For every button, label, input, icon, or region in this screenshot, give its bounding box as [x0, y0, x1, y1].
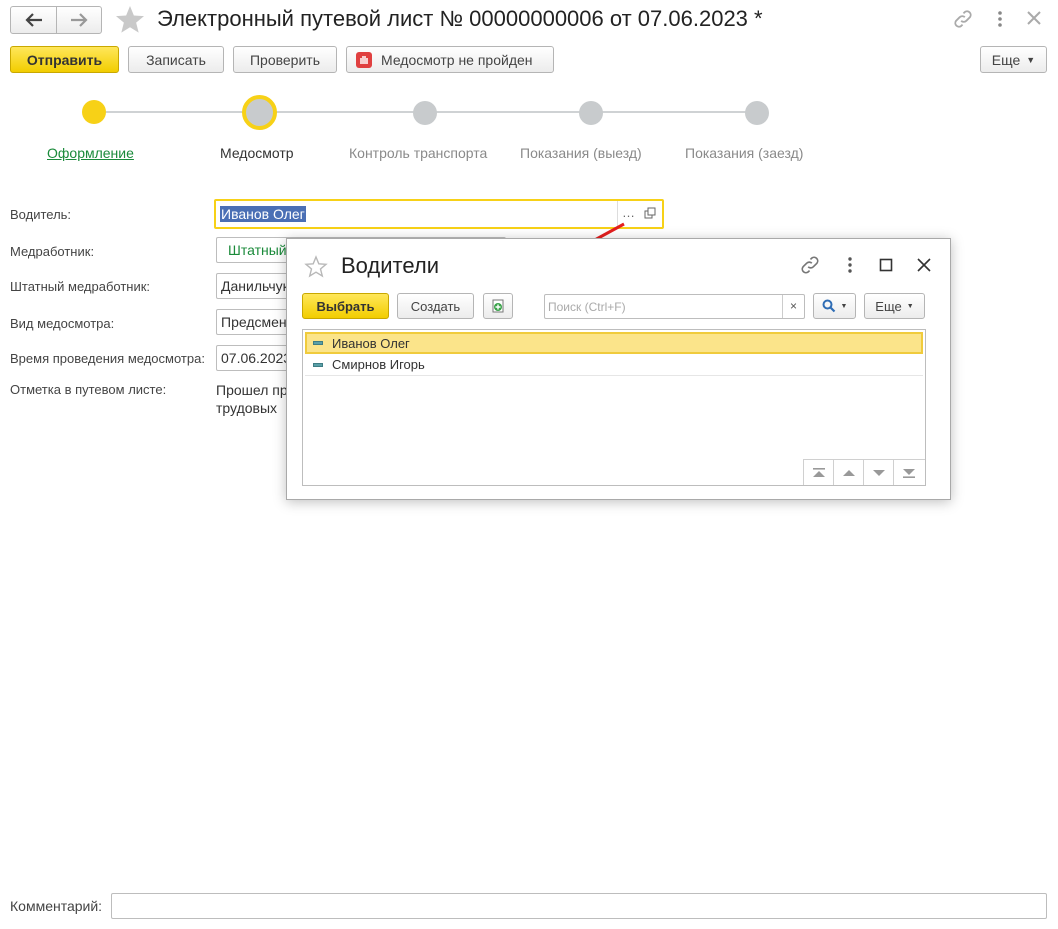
step-connector [602, 111, 746, 113]
maximize-icon[interactable] [879, 258, 893, 272]
table-row[interactable]: Иванов Олег [305, 332, 923, 354]
search-options-button[interactable]: ▼ [813, 293, 856, 319]
item-marker-icon [313, 362, 323, 367]
copy-button[interactable] [483, 293, 513, 319]
mark-text-line: Прошел пр [216, 382, 288, 398]
scroll-up-icon [842, 469, 855, 476]
table-nav-bar [803, 459, 925, 485]
arrow-left-icon [24, 13, 42, 27]
scroll-up-button[interactable] [833, 460, 863, 485]
chevron-down-icon: ▼ [1026, 54, 1036, 65]
mark-text: Прошел пр трудовых [216, 381, 288, 417]
chevron-down-icon: ▼ [840, 302, 848, 310]
popup-more-button[interactable]: Еще ▼ [864, 293, 925, 319]
drivers-popup: Водители Выбрать Создать Поиск (Ctrl+F) … [286, 238, 951, 500]
stop-hand-icon [356, 51, 372, 68]
save-button[interactable]: Записать [128, 46, 224, 73]
popup-title: Водители [341, 253, 440, 278]
arrow-right-icon [71, 13, 88, 27]
favorite-star-icon[interactable] [304, 255, 328, 279]
scroll-first-button[interactable] [803, 460, 833, 485]
popup-more-label: Еще [875, 298, 902, 314]
step-dot-current[interactable] [242, 95, 277, 130]
driver-label: Водитель: [10, 207, 72, 222]
kebab-menu-icon[interactable] [840, 255, 860, 275]
link-icon[interactable] [799, 254, 821, 276]
step-label-transport-control[interactable]: Контроль транспорта [349, 145, 487, 161]
driver-value: Иванов Олег [220, 206, 306, 222]
step-dot-pending[interactable] [579, 101, 603, 125]
search-clear-button[interactable]: × [782, 295, 804, 318]
more-button[interactable]: Еще ▼ [980, 46, 1047, 73]
scroll-bottom-icon [902, 468, 915, 478]
step-label-readings-arrival[interactable]: Показания (заезд) [685, 145, 803, 161]
more-label: Еще [991, 51, 1021, 68]
open-external-icon[interactable] [644, 207, 656, 219]
step-dot-done[interactable] [82, 100, 106, 124]
scroll-last-button[interactable] [893, 460, 923, 485]
comment-input[interactable] [111, 893, 1047, 919]
page-title: Электронный путевой лист № 00000000006 о… [157, 6, 763, 31]
close-icon[interactable] [916, 257, 932, 273]
exam-type-label: Вид медосмотра: [10, 316, 115, 331]
kebab-menu-icon[interactable] [990, 8, 1010, 30]
copy-add-icon [492, 299, 504, 313]
drivers-table: Иванов Олег Смирнов Игорь [302, 329, 926, 486]
step-label-medcheck[interactable]: Медосмотр [220, 145, 294, 161]
medic-value: Штатный [228, 242, 287, 258]
staff-medic-value: Данильчук [221, 278, 289, 294]
create-button[interactable]: Создать [397, 293, 474, 319]
step-dot-pending[interactable] [745, 101, 769, 125]
scroll-down-button[interactable] [863, 460, 893, 485]
search-placeholder: Поиск (Ctrl+F) [548, 299, 626, 314]
chevron-down-icon: ▼ [906, 302, 914, 310]
exam-time-value: 07.06.2023 [221, 350, 292, 366]
forward-button[interactable] [56, 6, 102, 34]
back-button[interactable] [10, 6, 57, 34]
scroll-down-icon [872, 469, 885, 476]
close-icon[interactable] [1024, 8, 1044, 28]
step-label-registration[interactable]: Оформление [47, 145, 134, 161]
scroll-top-icon [812, 467, 825, 477]
send-button[interactable]: Отправить [10, 46, 119, 73]
step-dot-pending[interactable] [413, 101, 437, 125]
table-row[interactable]: Смирнов Игорь [305, 354, 923, 376]
step-connector [276, 111, 414, 113]
select-button[interactable]: Выбрать [302, 293, 389, 319]
item-marker-icon [313, 341, 323, 345]
link-icon[interactable] [952, 8, 974, 30]
step-label-readings-departure[interactable]: Показания (выезд) [520, 145, 642, 161]
check-button[interactable]: Проверить [233, 46, 337, 73]
staff-medic-label: Штатный медработник: [10, 279, 151, 294]
exam-type-value: Предсмен [221, 314, 287, 330]
medcheck-failed-button[interactable]: Медосмотр не пройден [346, 46, 554, 73]
medic-label: Медработник: [10, 244, 95, 259]
exam-time-label: Время проведения медосмотра: [10, 351, 205, 366]
favorite-star-icon[interactable] [114, 4, 146, 36]
mark-text-line: трудовых [216, 400, 278, 416]
step-connector [436, 111, 580, 113]
driver-name: Иванов Олег [332, 335, 410, 351]
mark-label: Отметка в путевом листе: [10, 382, 167, 397]
driver-name: Смирнов Игорь [332, 357, 425, 372]
search-input[interactable]: Поиск (Ctrl+F) [544, 294, 805, 319]
medcheck-failed-label: Медосмотр не пройден [381, 51, 533, 68]
search-icon [822, 299, 835, 313]
step-connector [106, 111, 246, 113]
comment-label: Комментарий: [10, 898, 103, 914]
